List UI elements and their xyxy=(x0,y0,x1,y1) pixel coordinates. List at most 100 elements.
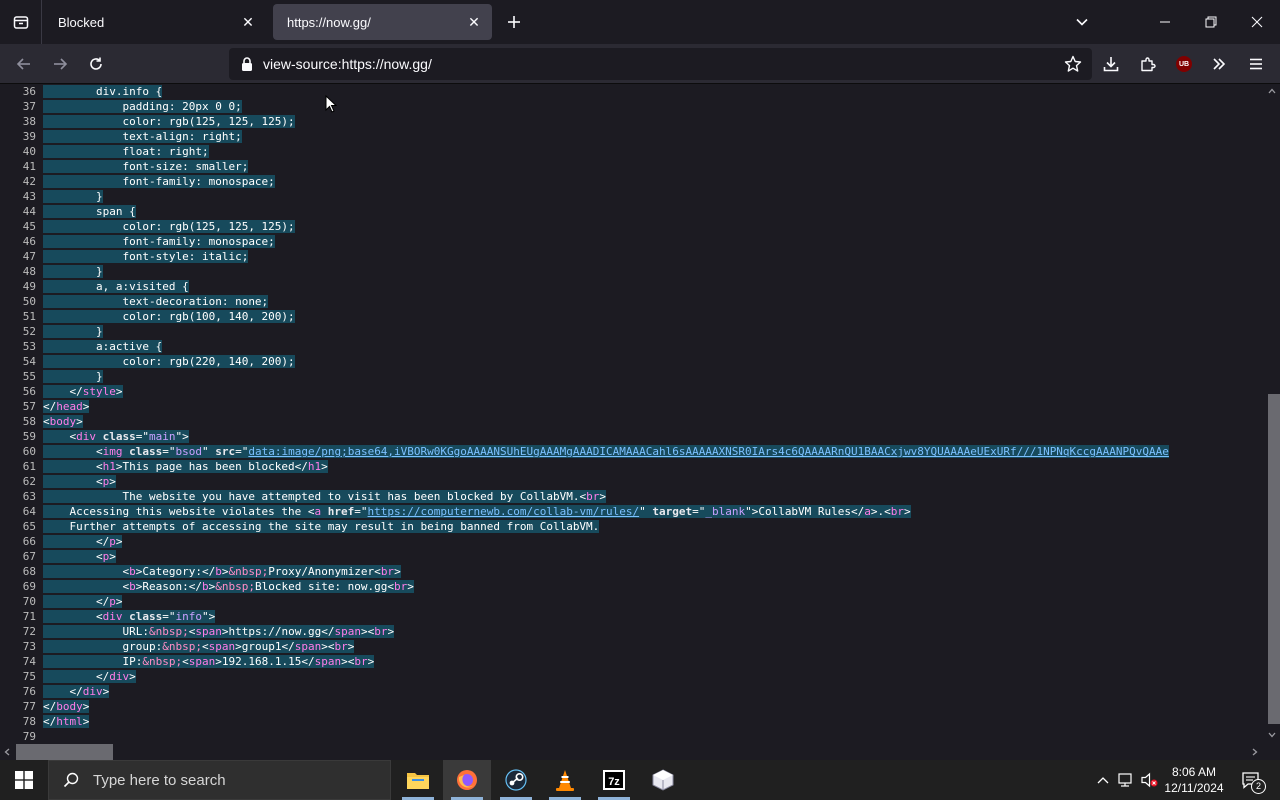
source-code[interactable]: </style> xyxy=(43,384,123,399)
taskbar-firefox[interactable] xyxy=(443,760,491,800)
source-code[interactable]: color: rgb(125, 125, 125); xyxy=(43,219,295,234)
scroll-down-arrow-icon[interactable] xyxy=(1268,732,1276,738)
source-code[interactable]: </p> xyxy=(43,534,123,549)
source-code[interactable]: font-family: monospace; xyxy=(43,174,275,189)
view-source-content[interactable]: 36 div.info {37 padding: 20px 0 0; 38 col… xyxy=(0,84,1264,744)
source-code[interactable]: color: rgb(100, 140, 200); xyxy=(43,309,295,324)
taskbar-vlc[interactable] xyxy=(541,760,589,800)
bookmark-button[interactable] xyxy=(1059,50,1087,78)
source-code[interactable]: <b>Category:</b>&nbsp;Proxy/Anonymizer<b… xyxy=(43,564,401,579)
source-line: 40 float: right; xyxy=(0,144,1264,159)
app-menu-button[interactable] xyxy=(1242,50,1270,78)
source-code[interactable]: IP:&nbsp;<span>192.168.1.15</span><br> xyxy=(43,654,375,669)
source-code[interactable]: </head> xyxy=(43,399,90,414)
source-code[interactable]: </div> xyxy=(43,684,110,699)
url-text[interactable]: view-source:https://now.gg/ xyxy=(263,56,432,72)
source-code[interactable]: Further attempts of accessing the site m… xyxy=(43,519,600,534)
source-code[interactable]: color: rgb(220, 140, 200); xyxy=(43,354,295,369)
source-code[interactable]: <h1>This page has been blocked</h1> xyxy=(43,459,328,474)
reload-button[interactable] xyxy=(82,50,110,78)
arrow-right-icon xyxy=(54,58,68,70)
back-button[interactable] xyxy=(10,50,38,78)
arrow-left-icon xyxy=(16,58,30,70)
source-code[interactable]: a:active { xyxy=(43,339,163,354)
horizontal-scrollbar[interactable] xyxy=(0,744,1264,760)
line-number: 63 xyxy=(22,490,36,503)
source-code[interactable]: </p> xyxy=(43,594,123,609)
new-tab-button[interactable] xyxy=(500,8,528,36)
source-code[interactable]: <body> xyxy=(43,414,83,429)
close-tab-button[interactable]: ✕ xyxy=(460,8,488,36)
windows-taskbar: Type here to search 7z 8:06 AM 12/11/202… xyxy=(0,760,1280,800)
source-code[interactable]: text-align: right; xyxy=(43,129,242,144)
lock-icon[interactable] xyxy=(233,50,261,78)
minimize-button[interactable] xyxy=(1142,0,1188,44)
source-code[interactable]: <img class="bsod" src="data:image/png;ba… xyxy=(43,444,1169,459)
source-code[interactable]: <p> xyxy=(43,549,116,564)
source-code[interactable]: div.info { xyxy=(43,84,163,99)
vertical-scroll-thumb[interactable] xyxy=(1268,394,1280,724)
source-code[interactable]: float: right; xyxy=(43,144,209,159)
source-line: 44 span { xyxy=(0,204,1264,219)
network-status-button[interactable] xyxy=(1116,760,1138,800)
source-code[interactable]: } xyxy=(43,324,103,339)
hamburger-menu-icon xyxy=(1250,58,1262,70)
source-code[interactable]: Accessing this website violates the <a h… xyxy=(43,504,911,519)
extensions-button[interactable] xyxy=(1134,50,1162,78)
source-code[interactable]: padding: 20px 0 0; xyxy=(43,99,242,114)
source-code[interactable]: } xyxy=(43,369,103,384)
more-tools-button[interactable] xyxy=(1205,50,1233,78)
scroll-left-arrow-icon[interactable] xyxy=(4,748,10,756)
source-line: 74 IP:&nbsp;<span>192.168.1.15</span><br… xyxy=(0,654,1264,669)
volume-button[interactable] xyxy=(1139,760,1161,800)
source-line: 45 color: rgb(125, 125, 125); xyxy=(0,219,1264,234)
source-code[interactable]: } xyxy=(43,189,103,204)
source-code[interactable]: a, a:visited { xyxy=(43,279,189,294)
source-code[interactable]: URL:&nbsp;<span>https://now.gg</span><br… xyxy=(43,624,395,639)
window-close-button[interactable] xyxy=(1234,0,1280,44)
source-code[interactable]: } xyxy=(43,264,103,279)
list-all-tabs-button[interactable] xyxy=(0,0,42,44)
taskbar-search-box[interactable]: Type here to search xyxy=(48,760,391,800)
scroll-right-arrow-icon[interactable] xyxy=(1252,748,1258,756)
horizontal-scroll-thumb[interactable] xyxy=(16,744,113,760)
search-placeholder: Type here to search xyxy=(93,771,226,789)
source-code[interactable]: span { xyxy=(43,204,136,219)
close-tab-button[interactable]: ✕ xyxy=(234,8,262,36)
source-code[interactable]: </div> xyxy=(43,669,136,684)
source-code[interactable]: <p> xyxy=(43,474,116,489)
puzzle-icon xyxy=(1141,57,1156,72)
source-code[interactable]: font-family: monospace; xyxy=(43,234,275,249)
source-code[interactable]: text-decoration: none; xyxy=(43,294,269,309)
taskbar-steam[interactable] xyxy=(492,760,540,800)
source-code[interactable]: color: rgb(125, 125, 125); xyxy=(43,114,295,129)
line-number: 39 xyxy=(22,130,36,143)
taskbar-7zip[interactable]: 7z xyxy=(590,760,638,800)
tab-blocked[interactable]: Blocked ✕ xyxy=(44,4,266,40)
taskbar-file-explorer[interactable] xyxy=(394,760,442,800)
show-hidden-icons-button[interactable] xyxy=(1094,760,1112,800)
scroll-up-arrow-icon[interactable] xyxy=(1268,88,1276,94)
tab-overflow-button[interactable] xyxy=(1068,8,1096,36)
source-code[interactable]: group:&nbsp;<span>group1</span><br> xyxy=(43,639,355,654)
source-line: 51 color: rgb(100, 140, 200); xyxy=(0,309,1264,324)
source-code[interactable]: </html> xyxy=(43,714,90,729)
source-code[interactable]: <div class="main"> xyxy=(43,429,189,444)
source-code[interactable]: <div class="info"> xyxy=(43,609,216,624)
address-bar[interactable]: view-source:https://now.gg/ xyxy=(229,48,1092,80)
source-code[interactable]: <b>Reason:</b>&nbsp;Blocked site: now.gg… xyxy=(43,579,414,594)
start-button[interactable] xyxy=(0,760,48,800)
vertical-scrollbar[interactable] xyxy=(1264,84,1280,744)
taskbar-virtualbox[interactable] xyxy=(639,760,687,800)
downloads-button[interactable] xyxy=(1097,50,1125,78)
tab-now-gg[interactable]: https://now.gg/ ✕ xyxy=(273,4,492,40)
notifications-button[interactable]: 2 xyxy=(1234,760,1268,800)
source-code[interactable]: font-style: italic; xyxy=(43,249,249,264)
source-code[interactable]: </body> xyxy=(43,699,90,714)
source-code[interactable]: font-size: smaller; xyxy=(43,159,249,174)
source-code[interactable]: The website you have attempted to visit … xyxy=(43,489,606,504)
ublock-origin-button[interactable]: UB xyxy=(1170,50,1198,78)
forward-button[interactable] xyxy=(46,50,74,78)
taskbar-clock[interactable]: 8:06 AM 12/11/2024 xyxy=(1160,760,1228,800)
restore-button[interactable] xyxy=(1188,0,1234,44)
